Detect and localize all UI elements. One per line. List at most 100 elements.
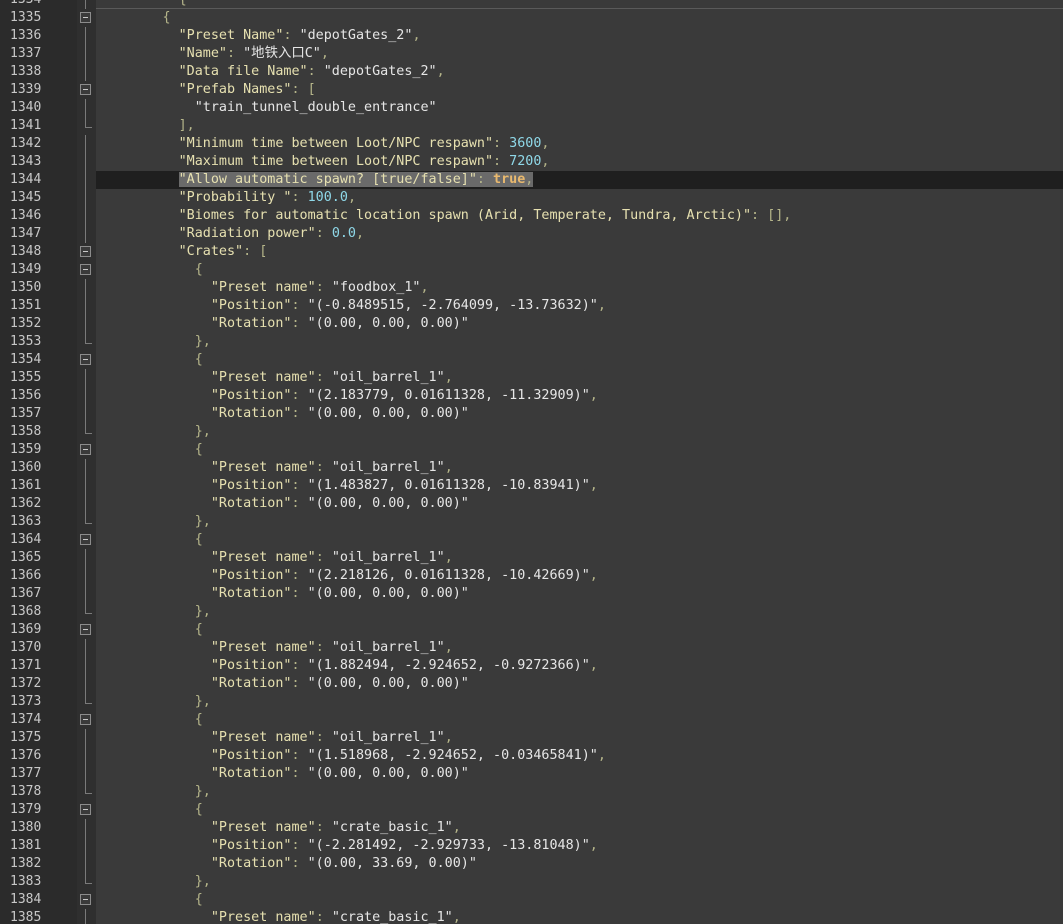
line-code[interactable]: }, bbox=[98, 333, 211, 351]
code-line[interactable]: 1383 }, bbox=[0, 873, 1063, 891]
code-line[interactable]: 1354 { bbox=[0, 351, 1063, 369]
line-code[interactable]: }, bbox=[98, 603, 211, 621]
code-line[interactable]: 1336 "Preset Name": "depotGates_2", bbox=[0, 27, 1063, 45]
code-line[interactable]: 1350 "Preset name": "foodbox_1", bbox=[0, 279, 1063, 297]
code-line[interactable]: 1363 }, bbox=[0, 513, 1063, 531]
code-line[interactable]: 1373 }, bbox=[0, 693, 1063, 711]
code-line[interactable]: 1372 "Rotation": "(0.00, 0.00, 0.00)" bbox=[0, 675, 1063, 693]
line-code[interactable]: "Rotation": "(0.00, 0.00, 0.00)" bbox=[98, 675, 469, 693]
line-code[interactable]: "Maximum time between Loot/NPC respawn":… bbox=[98, 153, 550, 171]
fold-toggle-icon[interactable] bbox=[80, 894, 91, 905]
code-line[interactable]: 1371 "Position": "(1.882494, -2.924652, … bbox=[0, 657, 1063, 675]
fold-toggle-icon[interactable] bbox=[80, 246, 91, 257]
fold-toggle-icon[interactable] bbox=[80, 264, 91, 275]
code-line[interactable]: 1358 }, bbox=[0, 423, 1063, 441]
line-code[interactable]: "Rotation": "(0.00, 0.00, 0.00)" bbox=[98, 765, 469, 783]
code-line[interactable]: 1381 "Position": "(-2.281492, -2.929733,… bbox=[0, 837, 1063, 855]
line-code[interactable]: "Rotation": "(0.00, 0.00, 0.00)" bbox=[98, 405, 469, 423]
line-code[interactable]: "train_tunnel_double_entrance" bbox=[98, 99, 437, 117]
line-code[interactable]: { bbox=[98, 891, 203, 909]
line-code[interactable]: "Preset name": "oil_barrel_1", bbox=[98, 459, 453, 477]
line-code[interactable]: }, bbox=[98, 423, 211, 441]
code-line[interactable]: 1352 "Rotation": "(0.00, 0.00, 0.00)" bbox=[0, 315, 1063, 333]
code-line[interactable]: 1378 }, bbox=[0, 783, 1063, 801]
line-code[interactable]: "Preset name": "oil_barrel_1", bbox=[98, 369, 453, 387]
code-line[interactable]: 1366 "Position": "(2.218126, 0.01611328,… bbox=[0, 567, 1063, 585]
line-code[interactable]: "Preset name": "oil_barrel_1", bbox=[98, 729, 453, 747]
code-line[interactable]: 1338 "Data file Name": "depotGates_2", bbox=[0, 63, 1063, 81]
line-code[interactable]: "Data file Name": "depotGates_2", bbox=[98, 63, 445, 81]
code-line[interactable]: 1370 "Preset name": "oil_barrel_1", bbox=[0, 639, 1063, 657]
code-line[interactable]: 1379 { bbox=[0, 801, 1063, 819]
line-code[interactable]: "Crates": [ bbox=[98, 243, 268, 261]
line-code[interactable]: "Biomes for automatic location spawn (Ar… bbox=[98, 207, 792, 225]
code-line[interactable]: 1353 }, bbox=[0, 333, 1063, 351]
code-line[interactable]: 1356 "Position": "(2.183779, 0.01611328,… bbox=[0, 387, 1063, 405]
fold-toggle-icon[interactable] bbox=[80, 804, 91, 815]
line-code[interactable]: "Position": "(1.483827, 0.01611328, -10.… bbox=[98, 477, 598, 495]
code-line[interactable]: 1340 "train_tunnel_double_entrance" bbox=[0, 99, 1063, 117]
code-line[interactable]: 1334 { bbox=[0, 0, 1063, 9]
code-line[interactable]: 1345 "Probability ": 100.0, bbox=[0, 189, 1063, 207]
fold-toggle-icon[interactable] bbox=[80, 84, 91, 95]
code-line[interactable]: 1349 { bbox=[0, 261, 1063, 279]
code-line[interactable]: 1375 "Preset name": "oil_barrel_1", bbox=[0, 729, 1063, 747]
fold-toggle-icon[interactable] bbox=[80, 12, 91, 23]
line-code[interactable]: "Minimum time between Loot/NPC respawn":… bbox=[98, 135, 550, 153]
line-code[interactable]: { bbox=[98, 711, 203, 729]
code-line[interactable]: 1385 "Preset name": "crate_basic_1", bbox=[0, 909, 1063, 924]
code-line[interactable]: 1361 "Position": "(1.483827, 0.01611328,… bbox=[0, 477, 1063, 495]
line-code[interactable]: { bbox=[98, 801, 203, 819]
current-line[interactable]: 1344 "Allow automatic spawn? [true/false… bbox=[0, 171, 1063, 189]
line-code[interactable]: "Position": "(1.882494, -2.924652, -0.92… bbox=[98, 657, 598, 675]
fold-toggle-icon[interactable] bbox=[80, 444, 91, 455]
line-code[interactable]: "Rotation": "(0.00, 0.00, 0.00)" bbox=[98, 585, 469, 603]
code-line[interactable]: 1348 "Crates": [ bbox=[0, 243, 1063, 261]
code-editor[interactable]: 1334 {1335 {1336 "Preset Name": "depotGa… bbox=[0, 0, 1063, 924]
code-line[interactable]: 1342 "Minimum time between Loot/NPC resp… bbox=[0, 135, 1063, 153]
line-code[interactable]: "Preset name": "oil_barrel_1", bbox=[98, 639, 453, 657]
code-line[interactable]: 1346 "Biomes for automatic location spaw… bbox=[0, 207, 1063, 225]
line-code[interactable]: "Preset name": "crate_basic_1", bbox=[98, 819, 461, 837]
code-line[interactable]: 1377 "Rotation": "(0.00, 0.00, 0.00)" bbox=[0, 765, 1063, 783]
line-code[interactable]: "Prefab Names": [ bbox=[98, 81, 316, 99]
code-line[interactable]: 1367 "Rotation": "(0.00, 0.00, 0.00)" bbox=[0, 585, 1063, 603]
line-code[interactable]: "Position": "(2.218126, 0.01611328, -10.… bbox=[98, 567, 598, 585]
code-line[interactable]: 1337 "Name": "地铁入口C", bbox=[0, 45, 1063, 63]
line-code[interactable]: "Preset name": "oil_barrel_1", bbox=[98, 549, 453, 567]
code-line[interactable]: 1365 "Preset name": "oil_barrel_1", bbox=[0, 549, 1063, 567]
line-code[interactable]: "Rotation": "(0.00, 0.00, 0.00)" bbox=[98, 495, 469, 513]
line-code[interactable]: { bbox=[98, 621, 203, 639]
fold-toggle-icon[interactable] bbox=[80, 714, 91, 725]
code-line[interactable]: 1351 "Position": "(-0.8489515, -2.764099… bbox=[0, 297, 1063, 315]
code-line[interactable]: 1360 "Preset name": "oil_barrel_1", bbox=[0, 459, 1063, 477]
code-line[interactable]: 1369 { bbox=[0, 621, 1063, 639]
line-code[interactable]: { bbox=[98, 0, 187, 9]
code-line[interactable]: 1341 ], bbox=[0, 117, 1063, 135]
line-code[interactable]: "Position": "(-0.8489515, -2.764099, -13… bbox=[98, 297, 606, 315]
line-code[interactable]: "Rotation": "(0.00, 33.69, 0.00)" bbox=[98, 855, 477, 873]
line-code[interactable]: }, bbox=[98, 873, 211, 891]
line-code[interactable]: "Position": "(-2.281492, -2.929733, -13.… bbox=[98, 837, 598, 855]
code-line[interactable]: 1359 { bbox=[0, 441, 1063, 459]
code-line[interactable]: 1368 }, bbox=[0, 603, 1063, 621]
line-code[interactable]: "Radiation power": 0.0, bbox=[98, 225, 364, 243]
code-line[interactable]: 1362 "Rotation": "(0.00, 0.00, 0.00)" bbox=[0, 495, 1063, 513]
line-code[interactable]: "Rotation": "(0.00, 0.00, 0.00)" bbox=[98, 315, 469, 333]
line-code[interactable]: "Position": "(2.183779, 0.01611328, -11.… bbox=[98, 387, 598, 405]
line-code[interactable]: ], bbox=[98, 117, 195, 135]
fold-toggle-icon[interactable] bbox=[80, 534, 91, 545]
line-code[interactable]: }, bbox=[98, 693, 211, 711]
code-line[interactable]: 1347 "Radiation power": 0.0, bbox=[0, 225, 1063, 243]
line-code[interactable]: { bbox=[98, 261, 203, 279]
line-code[interactable]: "Preset Name": "depotGates_2", bbox=[98, 27, 421, 45]
line-code[interactable]: { bbox=[98, 531, 203, 549]
code-line[interactable]: 1364 { bbox=[0, 531, 1063, 549]
fold-toggle-icon[interactable] bbox=[80, 624, 91, 635]
line-code[interactable]: { bbox=[98, 351, 203, 369]
code-line[interactable]: 1382 "Rotation": "(0.00, 33.69, 0.00)" bbox=[0, 855, 1063, 873]
code-line[interactable]: 1355 "Preset name": "oil_barrel_1", bbox=[0, 369, 1063, 387]
line-code[interactable]: { bbox=[98, 9, 171, 27]
code-line[interactable]: 1335 { bbox=[0, 9, 1063, 27]
code-line[interactable]: 1343 "Maximum time between Loot/NPC resp… bbox=[0, 153, 1063, 171]
